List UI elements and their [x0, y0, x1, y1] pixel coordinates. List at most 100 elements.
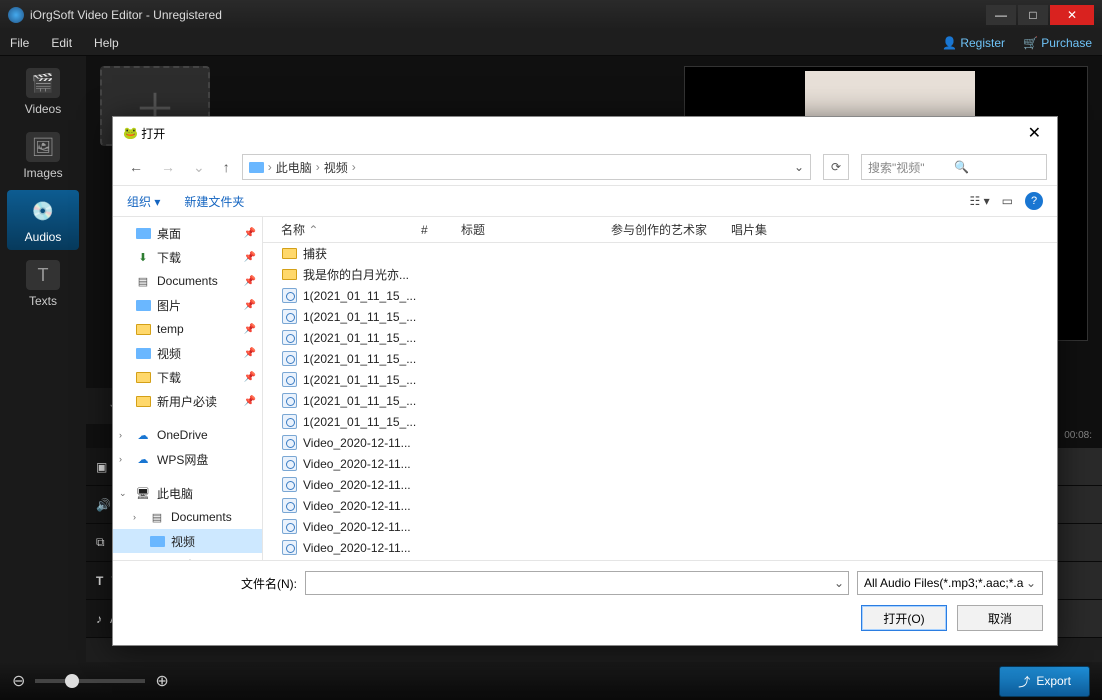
tree-item-label: Documents	[157, 274, 218, 288]
nav-back-button[interactable]: ←	[123, 155, 149, 179]
file-list-header[interactable]: 名称 ⌃ # 标题 参与创作的艺术家 唱片集	[263, 217, 1057, 243]
menu-help[interactable]: Help	[94, 36, 119, 50]
col-num[interactable]: #	[421, 223, 461, 237]
col-album[interactable]: 唱片集	[731, 221, 1057, 238]
file-name: Video_2020-12-11...	[303, 520, 411, 534]
drive-icon	[149, 558, 165, 560]
file-row[interactable]: 1(2021_01_11_15_...	[263, 390, 1057, 411]
zoom-knob[interactable]	[65, 674, 79, 688]
file-list[interactable]: 捕获我是你的白月光亦...1(2021_01_11_15_...1(2021_0…	[263, 243, 1057, 560]
tree-item-label: 下载	[157, 369, 181, 386]
expand-icon[interactable]: ⌄	[119, 488, 127, 499]
file-name: 1(2021_01_11_15_...	[303, 373, 416, 387]
menubar: File Edit Help 👤 Register 🛒 Purchase	[0, 30, 1102, 56]
expand-icon[interactable]: ›	[119, 454, 122, 464]
expand-icon[interactable]: ›	[119, 430, 122, 440]
tree-item[interactable]: ⌄图片	[113, 553, 262, 560]
tree-item[interactable]: 新用户必读📌	[113, 389, 262, 413]
menu-edit[interactable]: Edit	[51, 36, 72, 50]
file-row[interactable]: Video_2020-12-11...	[263, 453, 1057, 474]
file-name: 1(2021_01_11_15_...	[303, 394, 416, 408]
pin-icon: 📌	[244, 396, 256, 407]
search-icon: 🔍	[954, 160, 1040, 174]
file-row[interactable]: Video_2020-12-11...	[263, 516, 1057, 537]
organize-dropdown[interactable]: 组织 ▾	[127, 193, 160, 210]
window-maximize-button[interactable]: □	[1018, 5, 1048, 25]
dialog-close-button[interactable]: ✕	[1022, 119, 1047, 147]
tree-item[interactable]: ›☁OneDrive	[113, 423, 262, 447]
help-button[interactable]: ?	[1025, 192, 1043, 210]
file-name: Video_2020-12-11...	[303, 436, 411, 450]
col-name[interactable]: 名称 ⌃	[281, 221, 421, 238]
tab-images[interactable]: 🖼Images	[7, 126, 79, 186]
file-row[interactable]: 1(2021_01_11_15_...	[263, 285, 1057, 306]
audio-file-icon	[281, 520, 297, 534]
new-folder-button[interactable]: 新建文件夹	[184, 193, 244, 210]
file-row[interactable]: Video_2020-12-11...	[263, 537, 1057, 558]
tree-item[interactable]: temp📌	[113, 317, 262, 341]
file-filter-dropdown[interactable]: All Audio Files(*.mp3;*.aac;*.a⌄	[857, 571, 1043, 595]
file-row[interactable]: 1(2021_01_11_15_...	[263, 306, 1057, 327]
menu-file[interactable]: File	[10, 36, 29, 50]
tree-item[interactable]: ›☁WPS网盘	[113, 447, 262, 471]
breadcrumb-dropdown-icon[interactable]: ⌄	[794, 160, 804, 174]
app-logo-icon	[8, 7, 24, 23]
file-row[interactable]: 捕获	[263, 243, 1057, 264]
file-row[interactable]: Video_2020-12-11...	[263, 432, 1057, 453]
tree-item[interactable]: 桌面📌	[113, 221, 262, 245]
file-row[interactable]: 我是你的白月光亦...	[263, 264, 1057, 285]
nav-recent-dropdown[interactable]: ⌄	[187, 155, 211, 180]
preview-pane-button[interactable]: ▭	[1002, 194, 1013, 208]
nav-forward-button[interactable]: →	[155, 155, 181, 179]
refresh-button[interactable]: ⟳	[823, 154, 849, 180]
expand-icon[interactable]: ›	[133, 512, 136, 522]
view-mode-button[interactable]: ☷ ▾	[970, 194, 990, 208]
export-button[interactable]: ⤴Export	[999, 666, 1090, 697]
purchase-link[interactable]: 🛒 Purchase	[1023, 36, 1092, 50]
filename-input[interactable]: ⌄	[305, 571, 849, 595]
tree-item[interactable]: 视频	[113, 529, 262, 553]
tree-item[interactable]: ▤Documents📌	[113, 269, 262, 293]
search-input[interactable]: 搜索"视频" 🔍	[861, 154, 1047, 180]
file-row[interactable]: Video_2020-12-11...	[263, 495, 1057, 516]
pin-icon: 📌	[244, 324, 256, 335]
audio-file-icon	[281, 289, 297, 303]
videos-icon: 🎬	[26, 68, 60, 98]
expand-icon[interactable]: ⌄	[133, 560, 141, 561]
tree-item[interactable]: ⌄🖥此电脑	[113, 481, 262, 505]
file-row[interactable]: Video_2020-12-11...	[263, 474, 1057, 495]
tree-item[interactable]: ⬇下载📌	[113, 245, 262, 269]
zoom-slider[interactable]	[35, 679, 145, 683]
filename-dropdown-icon[interactable]: ⌄	[834, 576, 844, 590]
window-close-button[interactable]: ✕	[1050, 5, 1094, 25]
breadcrumb-0[interactable]: 此电脑	[276, 159, 312, 176]
zoom-out-button[interactable]: ⊖	[12, 671, 25, 691]
tab-texts[interactable]: TTexts	[7, 254, 79, 314]
zoom-in-button[interactable]: ⊕	[155, 671, 168, 691]
open-button[interactable]: 打开(O)	[861, 605, 947, 631]
cloud-icon: ☁	[135, 428, 151, 442]
pin-icon: 📌	[244, 276, 256, 287]
col-title[interactable]: 标题	[461, 221, 611, 238]
tree-item[interactable]: 下载📌	[113, 365, 262, 389]
tab-videos[interactable]: 🎬Videos	[7, 62, 79, 122]
tree-item[interactable]: 图片📌	[113, 293, 262, 317]
tab-audios[interactable]: 💿Audios	[7, 190, 79, 250]
file-row[interactable]: 1(2021_01_11_15_...	[263, 348, 1057, 369]
breadcrumb-bar[interactable]: › 此电脑 › 视频 › ⌄	[242, 154, 811, 180]
nav-up-button[interactable]: ↑	[217, 155, 236, 179]
audio-file-icon	[281, 415, 297, 429]
file-row[interactable]: 1(2021_01_11_15_...	[263, 369, 1057, 390]
tree-item[interactable]: ›▤Documents	[113, 505, 262, 529]
cancel-button[interactable]: 取消	[957, 605, 1043, 631]
file-row[interactable]: 1(2021_01_11_15_...	[263, 411, 1057, 432]
window-minimize-button[interactable]: —	[986, 5, 1016, 25]
tree-item[interactable]: 视频📌	[113, 341, 262, 365]
tree-item-label: 视频	[171, 533, 195, 550]
breadcrumb-1[interactable]: 视频	[324, 159, 348, 176]
register-link[interactable]: 👤 Register	[942, 36, 1005, 50]
col-artist[interactable]: 参与创作的艺术家	[611, 221, 731, 238]
file-row[interactable]: 1(2021_01_11_15_...	[263, 327, 1057, 348]
audio-file-icon	[281, 478, 297, 492]
nav-tree[interactable]: 桌面📌⬇下载📌▤Documents📌图片📌temp📌视频📌下载📌新用户必读📌›☁…	[113, 217, 263, 560]
